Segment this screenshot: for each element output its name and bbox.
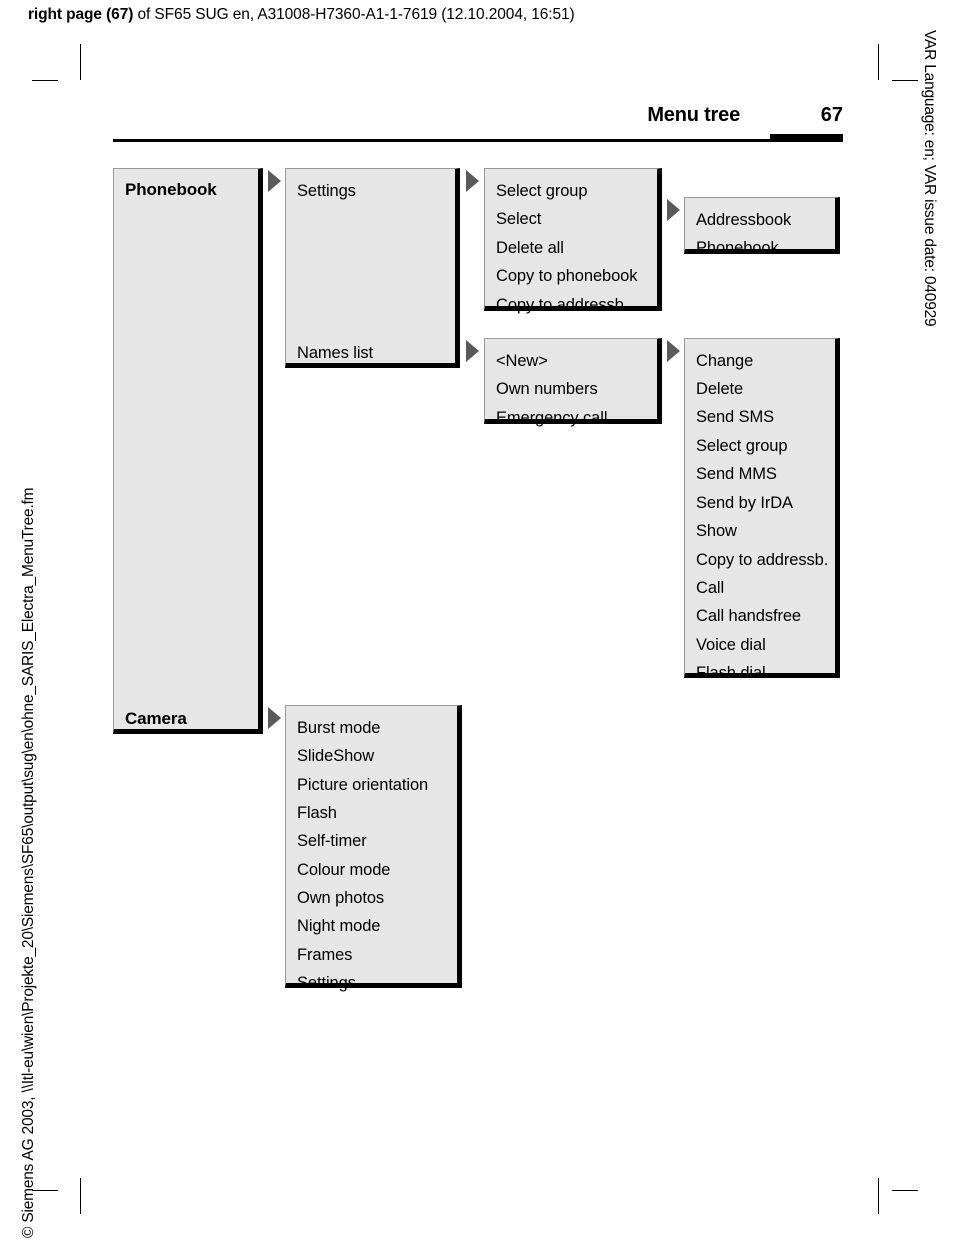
- running-header-rest: of SF65 SUG en, A31008-H7360-A1-1-7619 (…: [133, 6, 575, 23]
- menu-item-call-handsfree[interactable]: Call handsfree: [696, 608, 801, 625]
- menu-box-settings-level4[interactable]: Addressbook Phonebook: [684, 197, 840, 257]
- menu-box-settings-level3[interactable]: Select group Select Delete all Copy to p…: [484, 168, 662, 314]
- menu-box-names-list-level4[interactable]: Change Delete Send SMS Select group Send…: [684, 338, 840, 681]
- crop-mark-top-left-vertical: [80, 44, 81, 80]
- menu-box-names-list-level3[interactable]: <New> Own numbers Emergency call: [484, 338, 662, 427]
- menu-item-colour-mode[interactable]: Colour mode: [297, 862, 390, 879]
- menu-item-phonebook-level4[interactable]: Phonebook: [696, 240, 779, 257]
- crop-mark-top-right-vertical: [878, 44, 879, 80]
- menu-item-addressbook[interactable]: Addressbook: [696, 212, 791, 229]
- page-title: Menu tree: [647, 104, 740, 126]
- menu-item-delete-all[interactable]: Delete all: [496, 240, 564, 257]
- menu-item-new[interactable]: <New>: [496, 353, 548, 370]
- menu-item-emergency-call[interactable]: Emergency call: [496, 410, 608, 427]
- menu-item-send-by-irda[interactable]: Send by IrDA: [696, 495, 793, 512]
- menu-box-phonebook-level2[interactable]: Settings Names list: [285, 168, 460, 368]
- arrow-camera-to-submenu: [268, 707, 281, 729]
- menu-item-voice-dial[interactable]: Voice dial: [696, 637, 766, 654]
- menu-item-copy-to-addressb[interactable]: Copy to addressb.: [496, 297, 628, 314]
- menu-item-settings[interactable]: Settings: [297, 183, 356, 200]
- menu-item-camera[interactable]: Camera: [125, 710, 187, 728]
- header-rule-thick: [770, 134, 843, 142]
- arrow-names-list-level3-to-level4: [667, 340, 680, 362]
- crop-mark-bottom-right-vertical: [878, 1178, 879, 1214]
- menu-item-delete[interactable]: Delete: [696, 381, 743, 398]
- crop-mark-top-left-horizontal: [32, 80, 58, 81]
- arrow-phonebook-to-settings: [268, 170, 281, 192]
- menu-item-send-mms[interactable]: Send MMS: [696, 466, 777, 483]
- menu-item-select-group[interactable]: Select group: [496, 183, 588, 200]
- menu-item-camera-settings[interactable]: Settings: [297, 975, 356, 992]
- menu-item-show[interactable]: Show: [696, 523, 737, 540]
- menu-item-picture-orientation[interactable]: Picture orientation: [297, 777, 428, 794]
- menu-item-call[interactable]: Call: [696, 580, 724, 597]
- crop-mark-bottom-left-vertical: [80, 1178, 81, 1214]
- menu-item-names-list[interactable]: Names list: [297, 345, 373, 362]
- crop-mark-top-right-horizontal: [892, 80, 918, 81]
- crop-mark-bottom-right-horizontal: [892, 1190, 918, 1191]
- running-header-bold: right page (67): [28, 6, 134, 23]
- header-rule-thin: [113, 139, 770, 142]
- arrow-settings-to-level3: [466, 170, 479, 192]
- document-running-header: right page (67) of SF65 SUG en, A31008-H…: [28, 6, 575, 24]
- menu-item-copy-to-phonebook[interactable]: Copy to phonebook: [496, 268, 638, 285]
- menu-item-night-mode[interactable]: Night mode: [297, 918, 380, 935]
- arrow-settings-level3-to-level4: [667, 199, 680, 221]
- menu-item-slideshow[interactable]: SlideShow: [297, 748, 374, 765]
- menu-item-change[interactable]: Change: [696, 353, 753, 370]
- menu-item-copy-to-addressb-level4[interactable]: Copy to addressb.: [696, 552, 828, 569]
- menu-item-phonebook[interactable]: Phonebook: [125, 181, 217, 199]
- menu-item-own-photos[interactable]: Own photos: [297, 890, 384, 907]
- right-margin-header-text: VAR Language: en; VAR issue date: 040929: [921, 30, 938, 327]
- menu-box-camera-level2[interactable]: Burst mode SlideShow Picture orientation…: [285, 705, 462, 991]
- left-margin-footer-text: © Siemens AG 2003, \\Itl-eu\wien\Projekt…: [20, 487, 37, 1238]
- menu-item-flash[interactable]: Flash: [297, 805, 337, 822]
- menu-item-select[interactable]: Select: [496, 211, 541, 228]
- page-header: Menu tree 67: [113, 104, 843, 150]
- menu-item-frames[interactable]: Frames: [297, 947, 352, 964]
- menu-item-flash-dial[interactable]: Flash dial: [696, 665, 766, 682]
- menu-box-level1[interactable]: Phonebook Camera: [113, 168, 263, 734]
- menu-item-burst-mode[interactable]: Burst mode: [297, 720, 380, 737]
- menu-item-send-sms[interactable]: Send SMS: [696, 409, 774, 426]
- menu-item-select-group-level4[interactable]: Select group: [696, 438, 788, 455]
- menu-item-own-numbers[interactable]: Own numbers: [496, 381, 598, 398]
- page-number: 67: [820, 104, 843, 126]
- menu-item-self-timer[interactable]: Self-timer: [297, 833, 367, 850]
- arrow-names-list-to-level3: [466, 340, 479, 362]
